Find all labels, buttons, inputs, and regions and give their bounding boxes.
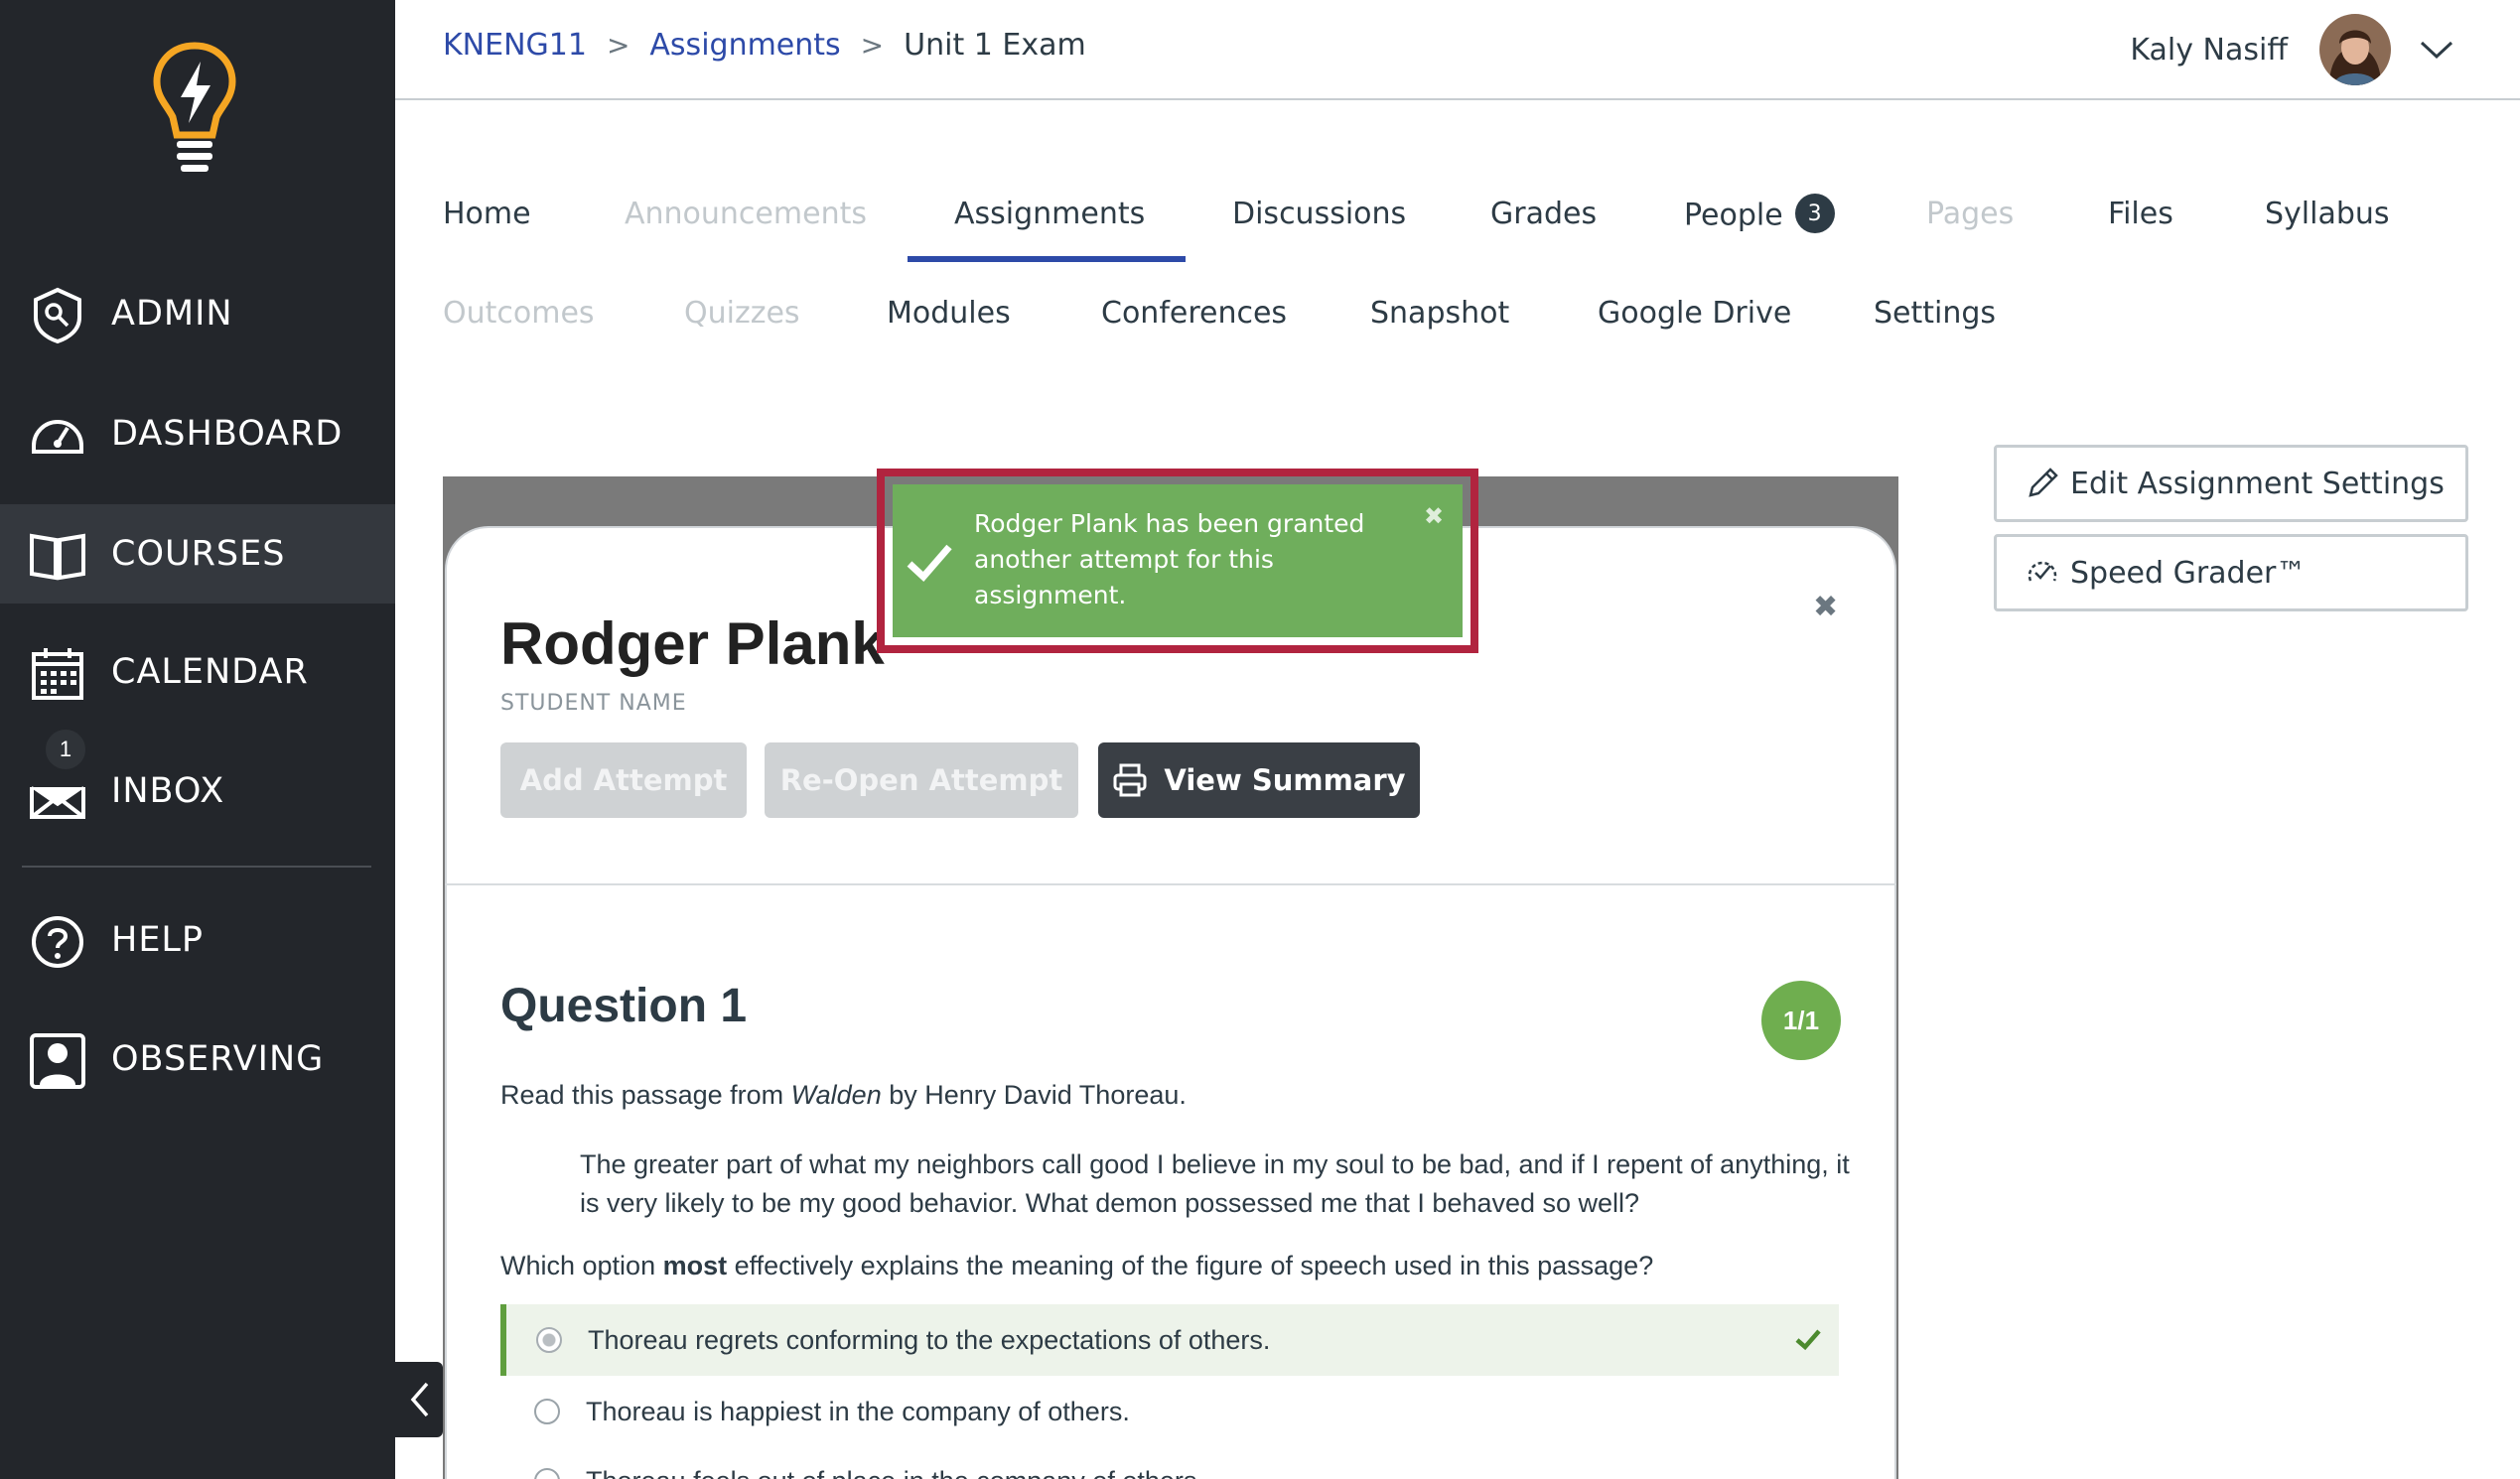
sidebar-item-label: COURSES xyxy=(111,534,286,574)
speed-grader-icon xyxy=(2028,561,2057,582)
tab-snapshot[interactable]: Snapshot xyxy=(1370,296,1509,331)
tab-people[interactable]: People 3 xyxy=(1684,194,1835,236)
sidebar-item-label: DASHBOARD xyxy=(111,414,344,454)
question-intro-before: Read this passage from xyxy=(500,1080,791,1110)
help-icon xyxy=(32,916,83,968)
breadcrumb-course-link[interactable]: KNENG11 xyxy=(443,28,587,63)
sidebar-item-label: INBOX xyxy=(111,771,225,811)
admin-shield-icon xyxy=(34,287,81,344)
printer-icon xyxy=(1113,763,1147,797)
tab-announcements: Announcements xyxy=(625,197,867,231)
inbox-icon xyxy=(30,786,85,819)
question-intro-title: Walden xyxy=(790,1080,882,1110)
tab-pages: Pages xyxy=(1926,197,2015,231)
breadcrumb-separator-icon: > xyxy=(860,29,885,62)
question-intro: Read this passage from Walden by Henry D… xyxy=(500,1080,1187,1111)
question-prompt: Which option most effectively explains t… xyxy=(500,1251,1653,1281)
user-name: Kaly Nasiff xyxy=(2130,32,2288,67)
active-tab-indicator xyxy=(908,256,1186,262)
top-header: KNENG11 > Assignments > Unit 1 Exam Kaly… xyxy=(395,0,2520,100)
tab-settings[interactable]: Settings xyxy=(1874,296,1996,331)
answer-text: Thoreau feels out of place in the compan… xyxy=(586,1466,1204,1479)
answer-option[interactable]: Thoreau is happiest in the company of ot… xyxy=(500,1376,1839,1447)
tab-modules[interactable]: Modules xyxy=(887,296,1011,331)
tab-grades[interactable]: Grades xyxy=(1490,197,1597,231)
radio-button[interactable] xyxy=(536,1327,562,1353)
answer-text: Thoreau regrets conforming to the expect… xyxy=(588,1324,1271,1355)
correct-check-icon xyxy=(1795,1329,1821,1351)
calendar-icon xyxy=(32,648,83,700)
speed-grader-button[interactable]: Speed Grader™ xyxy=(1994,534,2468,611)
lightbulb-logo-icon[interactable] xyxy=(151,40,238,175)
chevron-left-icon xyxy=(410,1382,429,1417)
tab-assignments[interactable]: Assignments xyxy=(954,197,1145,231)
toast-highlight-frame xyxy=(877,469,1478,653)
view-summary-button[interactable]: View Summary xyxy=(1098,742,1420,818)
tab-people-label: People xyxy=(1684,198,1783,233)
sidebar-item-observing[interactable]: OBSERVING xyxy=(0,1009,395,1109)
sidebar-item-courses[interactable]: COURSES xyxy=(0,504,395,604)
people-count-badge: 3 xyxy=(1794,194,1835,233)
modal-close-icon[interactable]: ✖ xyxy=(1813,590,1838,624)
answer-option-correct[interactable]: Thoreau regrets conforming to the expect… xyxy=(500,1304,1839,1376)
dashboard-gauge-icon xyxy=(32,420,83,454)
observing-user-icon xyxy=(30,1033,85,1089)
sidebar-item-label: HELP xyxy=(111,920,205,960)
global-sidebar: ADMIN DASHBOARD COURSES CALENDAR 1 INBOX… xyxy=(0,0,395,1479)
question-title: Question 1 xyxy=(500,980,748,1032)
sidebar-collapse-button[interactable] xyxy=(395,1362,443,1437)
breadcrumb: KNENG11 > Assignments > Unit 1 Exam xyxy=(443,28,1086,63)
tab-discussions[interactable]: Discussions xyxy=(1232,197,1406,231)
avatar[interactable] xyxy=(2319,14,2391,85)
sidebar-item-label: OBSERVING xyxy=(111,1039,325,1079)
breadcrumb-separator-icon: > xyxy=(606,29,630,62)
edit-assignment-settings-button[interactable]: Edit Assignment Settings xyxy=(1994,445,2468,522)
radio-button[interactable] xyxy=(534,1399,560,1424)
sidebar-item-label: CALENDAR xyxy=(111,652,309,692)
breadcrumb-assignments-link[interactable]: Assignments xyxy=(649,28,840,63)
tab-syllabus[interactable]: Syllabus xyxy=(2265,197,2390,231)
tab-quizzes: Quizzes xyxy=(684,296,800,331)
breadcrumb-current: Unit 1 Exam xyxy=(904,28,1086,63)
edit-assignment-settings-label: Edit Assignment Settings xyxy=(2070,466,2445,501)
tab-conferences[interactable]: Conferences xyxy=(1101,296,1287,331)
question-score-badge: 1/1 xyxy=(1761,981,1841,1060)
sidebar-item-admin[interactable]: ADMIN xyxy=(0,264,395,363)
pencil-icon xyxy=(2029,468,2058,497)
inbox-unread-badge: 1 xyxy=(44,728,87,771)
add-attempt-button[interactable]: Add Attempt xyxy=(500,742,747,818)
tab-outcomes: Outcomes xyxy=(443,296,595,331)
sidebar-item-calendar[interactable]: CALENDAR xyxy=(0,622,395,722)
tab-google-drive[interactable]: Google Drive xyxy=(1598,296,1791,331)
question-passage: The greater part of what my neighbors ca… xyxy=(580,1149,1850,1218)
courses-book-icon xyxy=(30,533,85,581)
speed-grader-label: Speed Grader™ xyxy=(2070,555,2307,591)
question-prompt-before: Which option xyxy=(500,1251,663,1280)
student-name: Rodger Plank xyxy=(500,610,885,677)
sidebar-item-inbox[interactable]: 1 INBOX xyxy=(0,728,395,841)
sidebar-item-help[interactable]: HELP xyxy=(0,890,395,990)
user-menu[interactable]: Kaly Nasiff xyxy=(2130,12,2454,87)
question-prompt-after: effectively explains the meaning of the … xyxy=(727,1251,1654,1280)
sidebar-item-dashboard[interactable]: DASHBOARD xyxy=(0,384,395,483)
view-summary-label: View Summary xyxy=(1164,763,1406,797)
question-prompt-bold: most xyxy=(662,1251,728,1280)
answer-option[interactable]: Thoreau feels out of place in the compan… xyxy=(500,1445,1839,1479)
tab-files[interactable]: Files xyxy=(2108,197,2173,231)
student-name-label: STUDENT NAME xyxy=(500,691,687,716)
chevron-down-icon[interactable] xyxy=(2419,38,2454,62)
answer-text: Thoreau is happiest in the company of ot… xyxy=(586,1396,1130,1426)
radio-button[interactable] xyxy=(534,1468,560,1479)
sidebar-item-label: ADMIN xyxy=(111,294,233,334)
sidebar-divider xyxy=(22,866,371,868)
reopen-attempt-button[interactable]: Re-Open Attempt xyxy=(765,742,1078,818)
question-intro-after: by Henry David Thoreau. xyxy=(881,1080,1187,1110)
tab-home[interactable]: Home xyxy=(443,197,531,231)
modal-divider xyxy=(445,883,1896,885)
